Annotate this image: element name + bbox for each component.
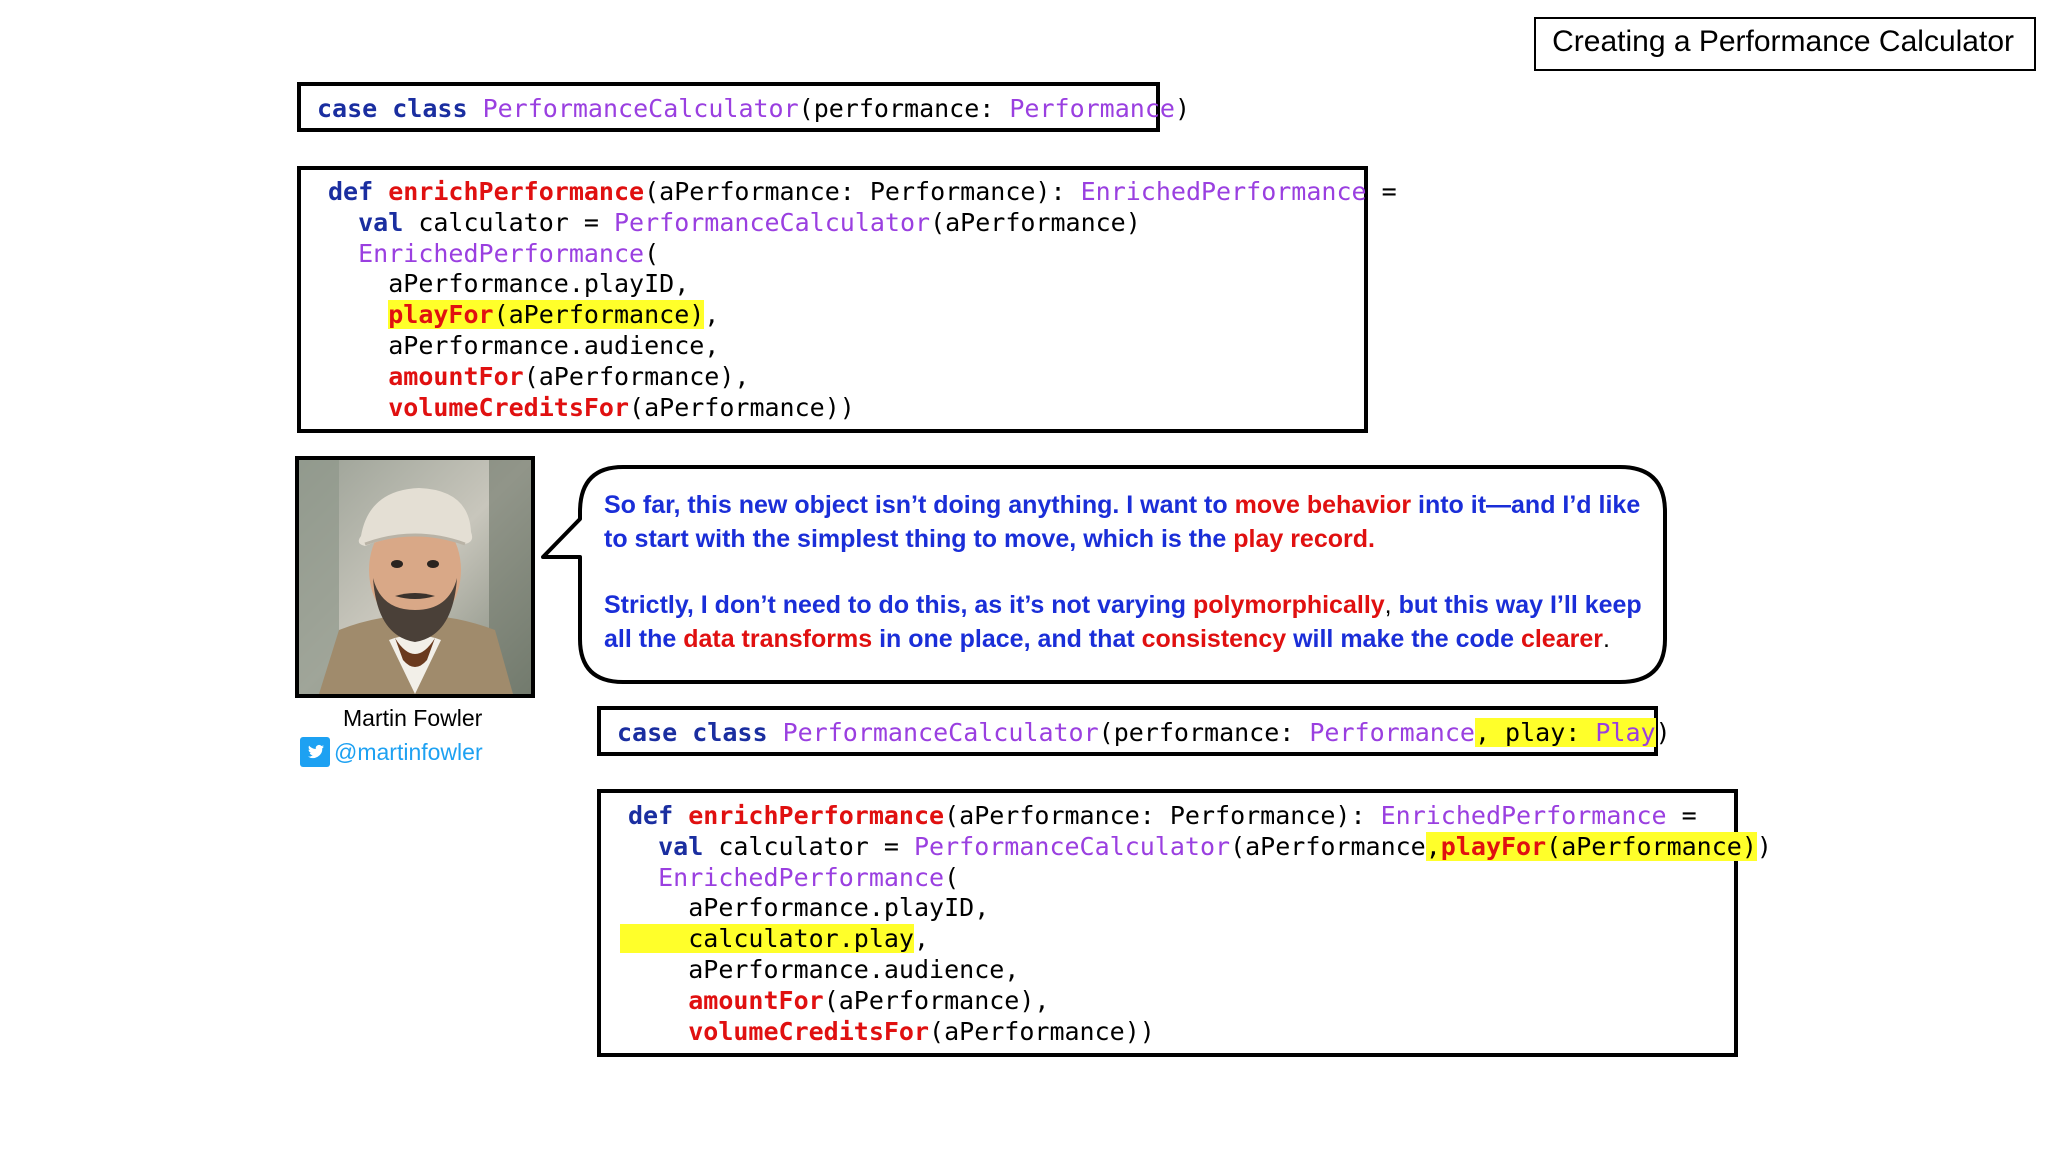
code-text: ( [644,238,660,268]
code-text: , [704,300,720,330]
bubble-emphasis: play record [1233,525,1369,553]
bubble-emphasis: polymorphically [1192,591,1385,619]
code-keyword: case class [617,718,768,747]
code-text: = [1366,177,1397,206]
code-text: (aPerformance [1230,831,1426,861]
code-box-case-class-original: case class PerformanceCalculator(perform… [297,82,1190,132]
code-text: (aPerformance), [523,361,750,391]
code-text: (aPerformance)) [929,1016,1155,1046]
bubble-text-run: will make the code [1286,625,1521,653]
author-photo [295,456,535,698]
bubble-text-run: in one place, and that [872,625,1142,653]
bubble-paragraph-1: So far, this new object isn’t doing anyt… [604,488,1654,556]
code-block: def enrichPerformance(aPerformance: Perf… [620,801,1772,1047]
code-type: Play [1595,718,1656,747]
bubble-text-run: , [1384,591,1399,619]
code-text: (performance: [798,94,1010,123]
code-text: (aPerformance)) [629,392,855,422]
code-function: volumeCreditsFor [388,392,630,422]
code-function: enrichPerformance [688,801,945,830]
code-function: playFor [1440,831,1547,861]
speech-bubble-text: So far, this new object isn’t doing anyt… [604,488,1654,688]
code-text: (aPerformance) [930,207,1141,237]
code-function: playFor [388,300,494,330]
code-text: , [1425,831,1441,861]
code-type: EnrichedPerformance [1080,177,1367,206]
code-keyword: def [628,801,674,830]
code-text: (performance: [1098,718,1310,747]
code-text: (aPerformance), [823,985,1050,1015]
code-text: aPerformance.audience, [388,330,720,360]
code-line: case class PerformanceCalculator(perform… [317,94,1190,124]
code-text: aPerformance.playID, [388,269,690,299]
author-handle[interactable]: @martinfowler [334,739,483,766]
bubble-text-run: So far, this new object isn’t doing anyt… [604,491,1235,519]
code-highlight: ,playFor(aPerformance) [1425,831,1757,861]
code-text: (aPerformance: Performance): [944,801,1381,830]
code-text: (aPerformance: Performance): [644,177,1081,206]
code-box-enrich-original: def enrichPerformance(aPerformance: Perf… [297,166,1397,433]
code-line: case class PerformanceCalculator(perform… [617,718,1671,748]
code-type: PerformanceCalculator [913,831,1231,861]
code-keyword: val [658,831,704,861]
code-highlight: calculator.play [620,924,914,954]
code-text: ) [1174,94,1191,123]
code-type: Performance [1309,718,1475,747]
code-type: EnrichedPerformance [358,238,645,268]
code-highlight: playFor(aPerformance) [388,300,705,330]
bubble-text-run: . [1602,625,1610,653]
slide-title: Creating a Performance Calculator [1534,17,2036,71]
code-text: , play: [1474,718,1596,747]
code-text: , [914,924,930,954]
code-highlight: , play: Play [1474,718,1656,747]
code-text: (aPerformance) [1546,831,1757,861]
code-type: PerformanceCalculator [482,94,799,123]
code-text: ) [1756,831,1772,861]
code-function: volumeCreditsFor [688,1016,930,1046]
code-text: ) [1655,718,1671,747]
code-text: = [1666,801,1697,830]
code-box-case-class-refactored: case class PerformanceCalculator(perform… [597,706,1671,756]
twitter-icon [300,737,330,767]
bubble-text-run: Strictly, I don’t need to do this, as it… [604,591,1193,619]
bubble-emphasis: move behavior [1234,491,1412,519]
bubble-paragraph-2: Strictly, I don’t need to do this, as it… [604,588,1654,656]
code-text: ( [944,862,960,892]
author-handle-row[interactable]: @martinfowler [300,737,483,767]
code-type: PerformanceCalculator [782,718,1099,747]
code-function: amountFor [688,985,824,1015]
code-type: EnrichedPerformance [1380,801,1667,830]
code-type: EnrichedPerformance [658,862,945,892]
code-type: Performance [1009,94,1175,123]
code-type: PerformanceCalculator [613,207,931,237]
bubble-emphasis: data transforms [683,625,873,653]
code-function: enrichPerformance [388,177,645,206]
bubble-emphasis: clearer [1520,625,1603,653]
bubble-emphasis: consistency [1141,625,1287,653]
code-text: (aPerformance) [493,300,705,330]
code-text: calculator.play [688,924,914,954]
code-box-enrich-refactored: def enrichPerformance(aPerformance: Perf… [597,789,1772,1057]
code-text: aPerformance.audience, [688,954,1020,984]
code-block: def enrichPerformance(aPerformance: Perf… [328,177,1397,423]
code-function: amountFor [388,361,524,391]
code-keyword: case class [317,94,468,123]
author-name: Martin Fowler [343,705,483,731]
code-text: calculator = [403,207,614,237]
code-text: aPerformance.playID, [688,893,990,923]
code-text: calculator = [703,831,914,861]
code-keyword: val [358,207,404,237]
code-keyword: def [328,177,374,206]
bubble-text-run: . [1368,525,1375,553]
